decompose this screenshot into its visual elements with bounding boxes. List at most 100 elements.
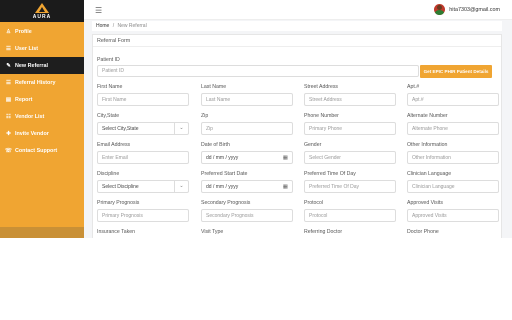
approved-visits-label: Approved Visits	[407, 200, 443, 206]
zip-value: Zip	[206, 126, 213, 132]
secondary-prognosis-value: Secondary Prognosis	[206, 213, 254, 219]
person-icon: ♙	[6, 28, 11, 35]
protocol-label: Protocol	[304, 200, 324, 206]
clinician-language-input[interactable]: Clinician Language	[407, 180, 499, 193]
date-of-birth-value: dd / mm / yyyy	[206, 155, 239, 161]
discipline-input[interactable]: Select Discipline ⌄	[97, 180, 189, 193]
discipline-label: Discipline	[97, 171, 120, 177]
last-name-value: Last Name	[206, 97, 231, 103]
phone-number-value: Primary Phone	[309, 126, 343, 132]
protocol-input[interactable]: Protocol	[304, 209, 396, 222]
protocol-value: Protocol	[309, 213, 328, 219]
page-background	[0, 238, 512, 320]
doctor-phone-label: Doctor Phone	[407, 229, 439, 235]
sidebar-item-report[interactable]: ▤ Report	[0, 91, 84, 108]
first-name-input[interactable]: First Name	[97, 93, 189, 106]
sidebar-item-label: Contact Support	[15, 147, 58, 154]
primary-prognosis-input[interactable]: Primary Prognosis	[97, 209, 189, 222]
zip-input[interactable]: Zip	[201, 122, 293, 135]
primary-prognosis-label: Primary Prognosis	[97, 200, 140, 206]
sidebar-item-contact-support[interactable]: ☏ Contact Support	[0, 142, 84, 159]
history-icon: ☰	[6, 79, 11, 86]
logo[interactable]: AURA	[0, 0, 84, 22]
gender-value: Select Gender	[309, 155, 341, 161]
pencil-icon: ✎	[6, 62, 11, 69]
preferred-start-date-value: dd / mm / yyyy	[206, 184, 239, 190]
sidebar-item-referral-history[interactable]: ☰ Referral History	[0, 74, 84, 91]
street-address-label: Street Address	[304, 84, 339, 90]
city-state-value: Select City,State	[102, 126, 139, 132]
chevron-down-icon[interactable]: ⌄	[174, 181, 188, 192]
approved-visits-input[interactable]: Approved Visits	[407, 209, 499, 222]
preferred-start-date-label: Preferred Start Date	[201, 171, 248, 177]
main-content: Home / New Referral Referral Form Patien…	[84, 20, 512, 251]
invite-icon: ✚	[6, 130, 11, 137]
sidebar-item-label: User List	[15, 45, 39, 52]
phone-number-input[interactable]: Primary Phone	[304, 122, 396, 135]
preferred-time-of-day-value: Preferred Time Of Day	[309, 184, 360, 190]
referring-doctor-label: Referring Doctor	[304, 229, 343, 235]
gender-input[interactable]: Select Gender	[304, 151, 396, 164]
apt-value: Apt.#	[412, 97, 424, 103]
sidebar-item-label: Invite Vendor	[15, 130, 49, 137]
secondary-prognosis-input[interactable]: Secondary Prognosis	[201, 209, 293, 222]
sidebar-item-invite-vendor[interactable]: ✚ Invite Vendor	[0, 125, 84, 142]
other-information-input[interactable]: Other Information	[407, 151, 499, 164]
report-icon: ▤	[5, 96, 12, 103]
brand-name: AURA	[32, 13, 52, 20]
alternate-number-value: Alternate Phone	[412, 126, 448, 132]
user-menu[interactable]: hita7303@gmail.com	[434, 4, 500, 15]
discipline-value: Select Discipline	[102, 184, 139, 190]
alternate-number-input[interactable]: Alternate Phone	[407, 122, 499, 135]
vendor-icon: ☷	[6, 113, 11, 120]
other-information-value: Other Information	[412, 155, 451, 161]
date-of-birth-label: Date of Birth	[201, 142, 230, 148]
email-address-value: Enter Email	[102, 155, 128, 161]
calendar-icon[interactable]: ▦	[283, 152, 288, 163]
sidebar-item-label: Report	[15, 96, 33, 103]
breadcrumb-home[interactable]: Home	[96, 23, 109, 29]
logo-icon	[35, 2, 49, 13]
preferred-time-of-day-input[interactable]: Preferred Time Of Day	[304, 180, 396, 193]
get-epic-details-button[interactable]: Get EPIC PHIR Patient Details	[420, 65, 492, 78]
street-address-input[interactable]: Street Address	[304, 93, 396, 106]
first-name-label: First Name	[97, 84, 123, 90]
first-name-value: First Name	[102, 97, 127, 103]
email-address-input[interactable]: Enter Email	[97, 151, 189, 164]
secondary-prognosis-label: Secondary Prognosis	[201, 200, 251, 206]
visit-type-label: Visit Type	[201, 229, 224, 235]
chevron-down-icon[interactable]: ⌄	[174, 123, 188, 134]
topbar: ☰ hita7303@gmail.com	[84, 0, 512, 20]
sidebar-item-label: Vendor List	[15, 113, 45, 120]
calendar-icon[interactable]: ▦	[283, 181, 288, 192]
sidebar-item-label: Profile	[15, 28, 32, 35]
apt-input[interactable]: Apt.#	[407, 93, 499, 106]
hamburger-menu-icon[interactable]: ☰	[95, 6, 102, 15]
support-icon: ☏	[5, 147, 12, 154]
patient-id-label: Patient ID	[97, 57, 120, 63]
gender-label: Gender	[304, 142, 322, 148]
sidebar-item-user-list[interactable]: ☰ User List	[0, 40, 84, 57]
sidebar-item-profile[interactable]: ♙ Profile	[0, 23, 84, 40]
preferred-time-of-day-label: Preferred Time Of Day	[304, 171, 356, 177]
clinician-language-value: Clinician Language	[412, 184, 455, 190]
sidebar-item-vendor-list[interactable]: ☷ Vendor List	[0, 108, 84, 125]
last-name-input[interactable]: Last Name	[201, 93, 293, 106]
form-title: Referral Form	[93, 35, 501, 47]
breadcrumb-current: New Referral	[117, 23, 147, 29]
city-state-input[interactable]: Select City,State ⌄	[97, 122, 189, 135]
email-address-label: Email Address	[97, 142, 131, 148]
apt-label: Apt.#	[407, 84, 420, 90]
approved-visits-value: Approved Visits	[412, 213, 447, 219]
users-icon: ☰	[6, 45, 11, 52]
zip-label: Zip	[201, 113, 209, 119]
breadcrumb: Home / New Referral	[92, 21, 502, 31]
preferred-start-date-input[interactable]: dd / mm / yyyy ▦	[201, 180, 293, 193]
street-address-value: Street Address	[309, 97, 342, 103]
patient-id-input[interactable]: Patient ID	[97, 65, 419, 77]
sidebar-item-new-referral[interactable]: ✎ New Referral	[0, 57, 84, 74]
avatar	[434, 4, 446, 15]
referral-form: Referral Form Patient ID Patient ID Get …	[92, 34, 502, 251]
date-of-birth-input[interactable]: dd / mm / yyyy ▦	[201, 151, 293, 164]
sidebar: AURA ♙ Profile ☰ User List ✎ New Referral ☰ Ref…	[0, 0, 84, 238]
